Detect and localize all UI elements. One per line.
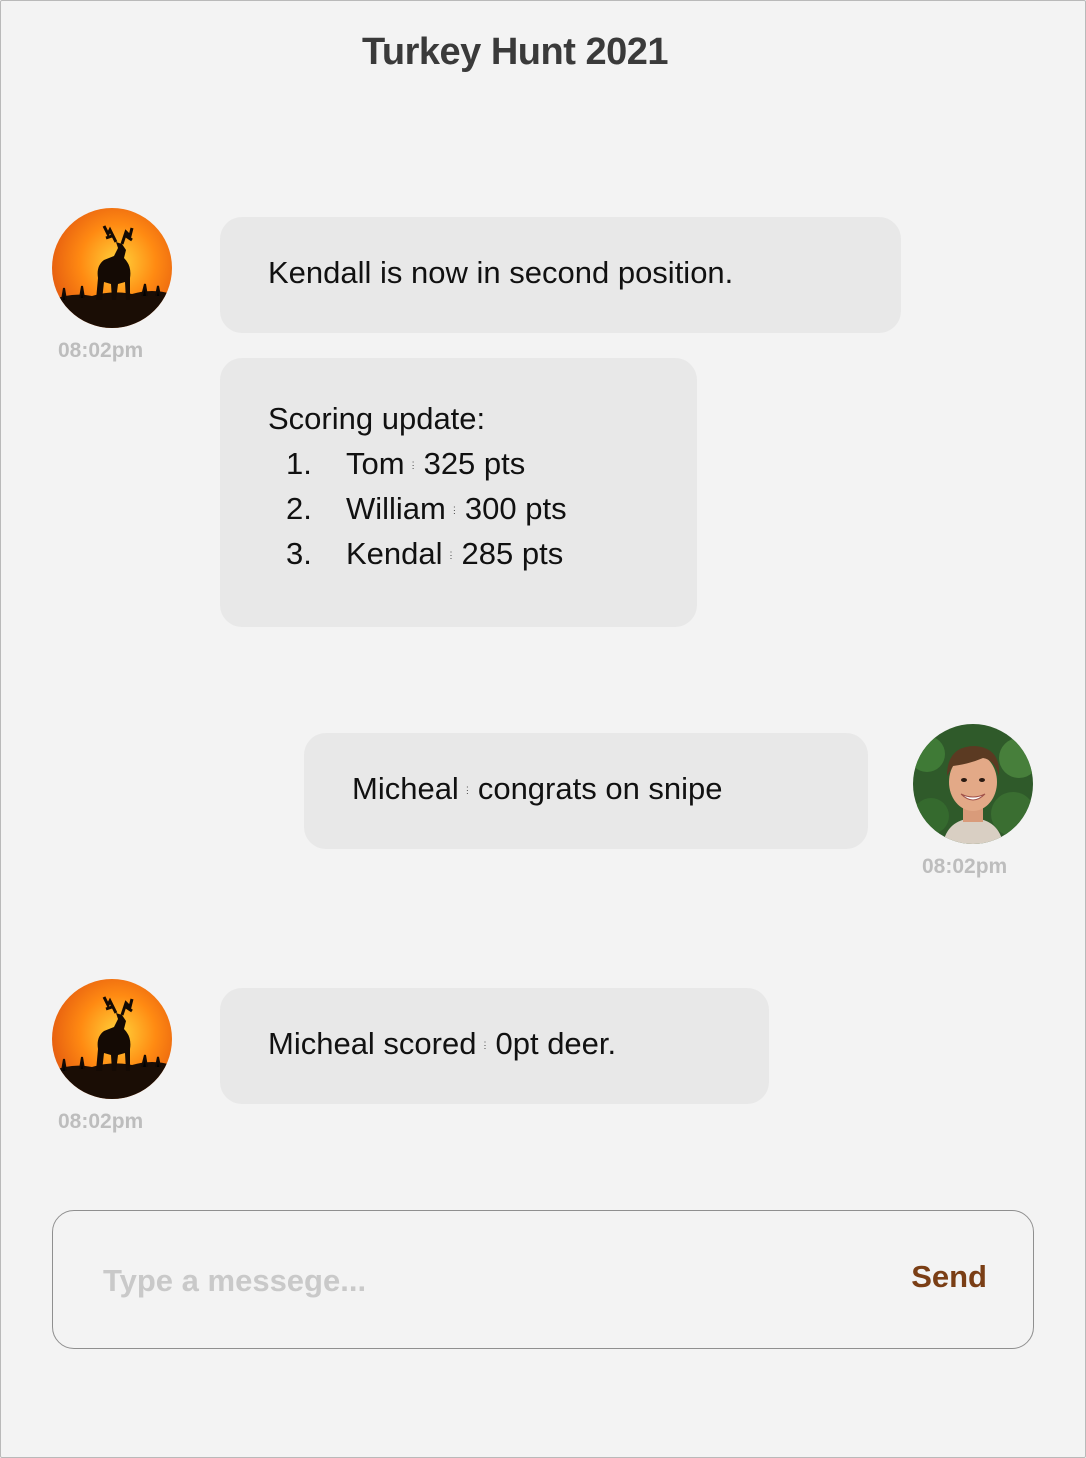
deer-silhouette-icon — [52, 208, 172, 328]
message-composer: Send — [52, 1210, 1034, 1349]
message-time: 08:02pm — [58, 339, 144, 362]
message-text: 0pt deer. — [495, 1026, 617, 1061]
message-text: congrats on snipe — [477, 771, 723, 806]
deer-silhouette-icon — [52, 979, 172, 1099]
deer-avatar[interactable] — [52, 979, 172, 1099]
separator-icon: ⋮ — [408, 460, 418, 471]
message-time: 08:02pm — [922, 855, 1008, 878]
message-mention: Micheal — [352, 771, 459, 806]
send-button[interactable]: Send — [911, 1259, 987, 1295]
player-name: William — [346, 491, 446, 526]
separator-icon: ⋮ — [446, 550, 456, 561]
separator-icon: ⋮ — [449, 505, 459, 516]
rank-number: 3. — [286, 536, 312, 571]
separator-icon: ⋮ — [462, 785, 472, 796]
message-bubble: Micheal scored ⋮ 0pt deer. — [220, 988, 769, 1104]
player-points: 300 pts — [464, 491, 567, 526]
separator-icon: ⋮ — [480, 1040, 490, 1051]
message-input[interactable] — [101, 1255, 805, 1307]
message-prefix: Micheal scored — [268, 1026, 477, 1061]
message-time: 08:02pm — [58, 1110, 144, 1133]
player-name: Tom — [346, 446, 405, 481]
player-points: 325 pts — [423, 446, 526, 481]
list-item: 1. Tom ⋮ 325 pts — [268, 441, 525, 486]
rank-number: 2. — [286, 491, 312, 526]
list-item: 3. Kendal ⋮ 285 pts — [268, 531, 563, 576]
deer-avatar[interactable] — [52, 208, 172, 328]
user-avatar[interactable] — [913, 724, 1033, 844]
message-bubble: Kendall is now in second position. — [220, 217, 901, 333]
scoring-update-bubble: Scoring update: 1. Tom ⋮ 325 pts 2. Willia… — [220, 358, 697, 627]
list-item: 2. William ⋮ 300 pts — [268, 486, 567, 531]
message-text: Kendall is now in second position. — [268, 255, 734, 290]
player-points: 285 pts — [461, 536, 564, 571]
page-title: Turkey Hunt 2021 — [362, 31, 668, 73]
person-avatar-icon — [913, 724, 1033, 844]
rank-number: 1. — [286, 446, 312, 481]
player-name: Kendal — [346, 536, 443, 571]
own-message-bubble: Micheal ⋮ congrats on snipe — [304, 733, 868, 849]
chat-window: Turkey Hunt 2021 08:02pm Kendall is now … — [0, 0, 1086, 1458]
scoring-heading: Scoring update: — [268, 401, 486, 436]
